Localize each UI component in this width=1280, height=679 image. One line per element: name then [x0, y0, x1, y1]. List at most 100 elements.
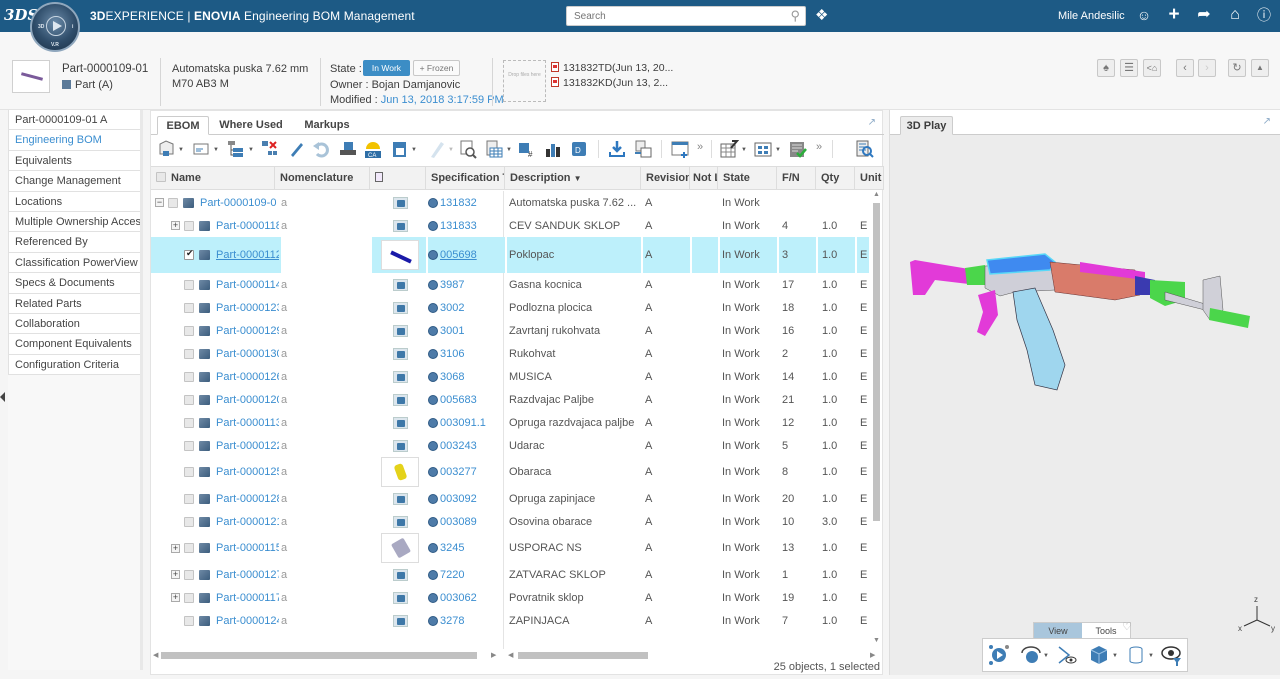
sidebar-item-change-management[interactable]: Change Management — [8, 171, 140, 192]
table-row[interactable]: Part-0000128 a 003092 Opruga zapinjace A In W… — [151, 487, 869, 510]
column-name[interactable]: Name — [151, 167, 275, 190]
part-link[interactable]: Part-0000124 — [216, 615, 279, 627]
3d-part-icon[interactable] — [392, 591, 408, 604]
collapse-sidebar-icon[interactable] — [0, 392, 5, 402]
document-icon[interactable] — [389, 139, 409, 159]
specification-link[interactable]: 3002 — [440, 302, 464, 314]
scroll-down-icon[interactable]: ▼ — [873, 637, 880, 644]
export-icon[interactable] — [633, 139, 653, 159]
add-panel-icon[interactable] — [670, 139, 690, 159]
part-link[interactable]: Part-0000127 — [216, 569, 279, 581]
dropdown-icon[interactable]: ▼ — [506, 147, 512, 153]
search-box[interactable]: ⚲ — [566, 6, 806, 26]
next-icon[interactable]: › — [1198, 59, 1216, 77]
search-input[interactable] — [567, 7, 777, 25]
tab-where-used[interactable]: Where Used — [215, 116, 287, 135]
sidebar-item-locations[interactable]: Locations — [8, 191, 140, 212]
part-link[interactable]: Part-0000109-0 — [200, 197, 276, 209]
notification-bell-icon[interactable]: ♠ — [1097, 59, 1115, 77]
part-link[interactable]: Part-0000112 — [216, 249, 279, 261]
part-link[interactable]: Part-0000126 — [216, 371, 279, 383]
insert-existing-icon[interactable] — [157, 139, 177, 159]
part-link[interactable]: Part-0000115 — [216, 542, 279, 554]
part-link[interactable]: Part-0000129 — [216, 325, 279, 337]
scroll-right-icon[interactable]: ▶ — [870, 651, 875, 659]
part-link[interactable]: Part-0000130 — [216, 348, 279, 360]
specification-link[interactable]: 003243 — [440, 440, 477, 452]
part-thumbnail[interactable] — [381, 457, 419, 487]
table-row[interactable]: Part-0000125 a 003277 Obaraca A In Work 8 1.0 E — [151, 457, 869, 487]
share-icon[interactable]: ➦ — [1194, 5, 1214, 25]
tag-icon[interactable]: ❖ — [815, 6, 828, 24]
specification-link[interactable]: 3987 — [440, 279, 464, 291]
row-checkbox[interactable] — [184, 569, 194, 580]
table-row[interactable]: Part-0000124 a 3278 ZAPINJACA A In Work 7 1.0 E — [151, 609, 869, 632]
grid-view-icon[interactable] — [753, 139, 773, 159]
column-qty[interactable]: Qty — [816, 167, 855, 190]
3d-part-icon[interactable] — [392, 568, 408, 581]
dropdown-icon[interactable]: ▼ — [1112, 653, 1118, 659]
row-checkbox[interactable] — [184, 543, 194, 553]
specification-link[interactable]: 003277 — [440, 466, 477, 478]
table-row[interactable]: Part-0000113 a 003091.1 Opruga razdvajaca p… — [151, 411, 869, 434]
sidebar-item-equivalents[interactable]: Equivalents — [8, 150, 140, 172]
file-link[interactable]: 131832KD(Jun 13, 2... — [551, 77, 668, 89]
table-row[interactable]: Part-0000129 a 3001 Zavrtanj rukohvata A In W… — [151, 319, 869, 342]
chart-icon[interactable] — [543, 139, 563, 159]
specification-link[interactable]: 003062 — [440, 592, 477, 604]
search-structure-icon[interactable] — [855, 139, 875, 159]
row-checkbox[interactable] — [184, 248, 194, 260]
rotate-view-icon[interactable] — [1019, 643, 1043, 667]
row-checkbox[interactable] — [184, 325, 194, 336]
refresh-icon[interactable]: ↻ — [1228, 59, 1246, 77]
home-icon[interactable]: ⌂ — [1225, 5, 1245, 25]
more-icon[interactable]: » — [697, 141, 703, 153]
table-row[interactable]: Part-0000123 a 3002 Podlozna plocica A In Wor… — [151, 296, 869, 319]
scrollbar-thumb[interactable] — [518, 652, 648, 659]
table-row[interactable]: + Part-0000118 a 131833 CEV SANDUK SKLOP A In … — [151, 214, 869, 237]
part-link[interactable]: Part-0000121 — [216, 516, 279, 528]
specification-link[interactable]: 3001 — [440, 325, 464, 337]
specification-link[interactable]: 3106 — [440, 348, 464, 360]
previous-icon[interactable]: ‹ — [1176, 59, 1194, 77]
3d-part-icon[interactable] — [392, 278, 408, 291]
part-link[interactable]: Part-0000117 — [216, 592, 279, 604]
specification-link[interactable]: 003091.1 — [440, 417, 486, 429]
expand-icon[interactable]: + — [171, 543, 180, 553]
sidebar-item-engineering-bom[interactable]: Engineering BOM — [8, 130, 140, 151]
table-row[interactable]: Part-0000112a005698PoklopacAIn Work31.0E — [151, 237, 869, 273]
drop-zone[interactable]: Drop files here — [503, 60, 546, 102]
tab-markups[interactable]: Markups — [297, 116, 357, 135]
table-row[interactable]: + Part-0000115 a 3245 USPORAC NS A In Work 13 1.… — [151, 533, 869, 563]
3d-part-icon[interactable] — [392, 515, 408, 528]
part-link[interactable]: Part-0000123 — [216, 302, 279, 314]
sidebar-item-configuration-criteria[interactable]: Configuration Criteria — [8, 354, 140, 376]
menu-icon[interactable]: ☰ — [1120, 59, 1138, 77]
column-nomenclature[interactable]: Nomenclature — [275, 167, 370, 190]
table-row[interactable]: Part-0000122 a 003243 Udarac A In Work 5 1.0 E — [151, 434, 869, 457]
column-state[interactable]: State — [718, 167, 777, 190]
3d-part-icon[interactable] — [392, 324, 408, 337]
expand-icon[interactable]: ↗ — [1263, 116, 1271, 127]
part-link[interactable]: Part-0000120 — [216, 394, 279, 406]
row-checkbox[interactable] — [184, 348, 194, 359]
tab-3d-play[interactable]: 3D Play — [900, 116, 953, 135]
row-checkbox[interactable] — [184, 394, 194, 405]
scrollbar-thumb[interactable] — [873, 203, 880, 521]
scrollbar-thumb[interactable] — [161, 652, 477, 659]
select-all-checkbox[interactable] — [156, 172, 166, 182]
structure-icon[interactable] — [226, 139, 246, 159]
column-fn[interactable]: F/N — [777, 167, 816, 190]
3d-part-icon[interactable] — [392, 614, 408, 627]
sidebar-item-part[interactable]: Part-0000109-01 A — [8, 110, 140, 131]
table-row[interactable]: Part-0000130 a 3106 Rukohvat A In Work 2 1.0 E — [151, 342, 869, 365]
column-type-icon[interactable] — [370, 167, 426, 190]
collapse-header-icon[interactable]: ▲ — [1251, 59, 1269, 77]
search-icon[interactable]: ⚲ — [790, 8, 800, 24]
dropdown-icon[interactable]: ▼ — [213, 147, 219, 153]
3d-part-icon[interactable] — [392, 219, 408, 232]
validate-icon[interactable] — [788, 139, 808, 159]
horizontal-scrollbar-left[interactable]: ◀ ▶ — [151, 649, 501, 661]
edit-icon[interactable] — [287, 139, 307, 159]
sidebar-item-component-equivalents[interactable]: Component Equivalents — [8, 334, 140, 355]
